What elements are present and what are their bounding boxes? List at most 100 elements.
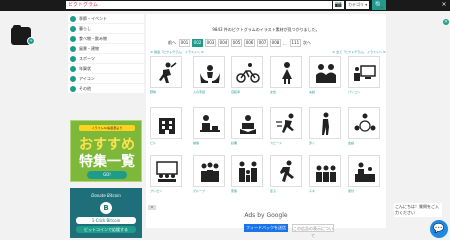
bitcoin-banner[interactable]: Donate Bitcoin B 1-Click Bitcoin ビットコインで… — [70, 188, 142, 238]
search-button[interactable]: 🔍 — [372, 0, 386, 10]
result-tile[interactable] — [231, 155, 263, 187]
tile-caption[interactable]: パソコン — [348, 90, 360, 94]
tile-caption[interactable]: 女性 — [270, 90, 276, 94]
page-link[interactable]: 001 — [179, 39, 190, 47]
sidebar-item-seasons[interactable]: 季節・イベント — [68, 14, 144, 23]
sidebar-item-label: その他 — [79, 85, 91, 91]
meeting-circle-icon — [354, 113, 376, 132]
tile-caption[interactable]: ビル — [150, 141, 156, 145]
result-count: 9843 件のピクトグラムのイラスト素材が見つかりました。 — [212, 27, 320, 32]
result-tile[interactable] — [270, 107, 302, 139]
sidebar-item-label: アイコン — [79, 75, 95, 81]
page-link[interactable]: 008 — [270, 39, 281, 47]
page-link-active[interactable]: 002 — [192, 39, 203, 47]
result-tile[interactable] — [348, 107, 380, 139]
couple-icon — [316, 64, 336, 83]
sidebar-item-other[interactable]: その他 — [68, 84, 144, 93]
computer-user-icon — [354, 65, 376, 81]
tile-caption[interactable]: 人の手話 — [193, 90, 205, 94]
close-right-icon[interactable]: × — [443, 19, 449, 25]
result-tile[interactable] — [348, 56, 380, 88]
result-tile[interactable] — [193, 56, 225, 88]
page-link[interactable]: 007 — [257, 39, 268, 47]
tile-caption[interactable]: 走る — [270, 189, 276, 193]
tile-caption[interactable]: 受付 — [348, 189, 354, 193]
ad-feedback-button[interactable]: フィードバックを送信 — [244, 224, 288, 232]
icon-icon — [70, 75, 76, 82]
site-logo[interactable]: + — [11, 25, 35, 45]
banner-go-button[interactable]: GO! — [87, 171, 127, 179]
sidebar-item-newyear[interactable]: 年賀状 — [68, 64, 144, 73]
result-tile[interactable] — [270, 155, 302, 187]
ads-by-google: Ads by Google — [244, 212, 288, 219]
ad-bar: Ads by Google フィードバックを送信 この広告の表示について — [146, 210, 386, 238]
result-tile[interactable] — [150, 56, 182, 88]
result-tile[interactable] — [231, 107, 263, 139]
result-tile[interactable] — [309, 155, 341, 187]
tile-caption[interactable]: 人々 — [309, 189, 315, 193]
result-tile[interactable] — [348, 155, 380, 187]
bitcoin-title: Donate Bitcoin — [91, 193, 121, 198]
baseball-player-icon — [159, 62, 177, 83]
sidebar-item-life[interactable]: 暮らし — [68, 24, 144, 33]
category-select[interactable]: カテゴリ ▾ — [346, 1, 369, 9]
chat-bubble-icon[interactable]: 💬 — [430, 220, 448, 238]
ad-reason-button[interactable]: この広告の表示について — [292, 224, 334, 238]
reading-icon — [240, 115, 256, 134]
tile-caption[interactable]: プレゼン — [150, 189, 162, 193]
woman-icon — [282, 62, 292, 84]
banner-caption: イラストAC編集部より — [79, 125, 135, 131]
page-link[interactable]: 111 — [289, 39, 301, 47]
result-tile[interactable] — [231, 56, 263, 88]
sidebar-item-scenery[interactable]: 風景・建物 — [68, 44, 144, 53]
result-tile[interactable] — [309, 56, 341, 88]
sidebar-item-label: 風景・建物 — [79, 45, 99, 51]
related-link[interactable]: ≪ 関連「ピクトグラム」 イラストへ ≫ — [150, 50, 204, 54]
all-link[interactable]: ≪ 全て「ピクトグラム」 イラストへ ≫ — [332, 50, 386, 54]
result-tile[interactable] — [193, 107, 225, 139]
sidebar-item-label: 食べ物・飲み物 — [79, 35, 107, 41]
sidebar-item-food[interactable]: 食べ物・飲み物 — [68, 34, 144, 43]
sidebar-item-icons[interactable]: アイコン — [68, 74, 144, 83]
building-icon — [159, 118, 175, 134]
search-input[interactable]: ピクトグラム — [66, 1, 332, 9]
result-tile[interactable] — [193, 155, 225, 187]
result-tile[interactable] — [309, 107, 341, 139]
hands-person-icon — [200, 65, 220, 83]
page-link[interactable]: 004 — [218, 39, 229, 47]
donate-button[interactable]: ビットコインで応援する — [76, 226, 136, 233]
tile-caption[interactable]: 家族 — [231, 189, 237, 193]
pager-prev[interactable]: 前へ — [168, 40, 176, 46]
chat-greeting[interactable]: こんにちは！質問をご入力ください — [394, 203, 442, 217]
close-icon[interactable]: × — [440, 1, 448, 9]
result-tile[interactable] — [270, 56, 302, 88]
tile-caption[interactable]: 読書 — [231, 141, 237, 145]
result-tile[interactable] — [150, 155, 182, 187]
one-click-button[interactable]: 1-Click Bitcoin — [76, 217, 136, 224]
page-link[interactable]: 006 — [244, 39, 255, 47]
tile-caption[interactable]: グループ — [193, 189, 205, 193]
tile-caption[interactable]: 夫婦 — [309, 90, 315, 94]
pagination: 前へ 001 002 003 004 005 006 007 008 ... 1… — [168, 39, 314, 47]
tile-caption[interactable]: 勉強 — [193, 141, 199, 145]
camera-search-icon[interactable]: 📷 — [333, 1, 344, 9]
tile-caption[interactable]: 歩く — [309, 141, 315, 145]
runner-speed-icon — [276, 113, 294, 133]
category-sidebar: 季節・イベント 暮らし 食べ物・飲み物 風景・建物 スポーツ 年賀状 アイコン … — [68, 14, 144, 94]
cyclist-icon — [236, 63, 260, 83]
sidebar-item-sports[interactable]: スポーツ — [68, 54, 144, 63]
people-row-icon — [316, 165, 336, 182]
page-link[interactable]: 003 — [205, 39, 216, 47]
tile-caption[interactable]: 野球 — [150, 90, 156, 94]
tile-caption[interactable]: 自転車 — [231, 90, 240, 94]
page-link[interactable]: 005 — [231, 39, 242, 47]
featured-banner[interactable]: イラストAC編集部より おすすめ 特集一覧 GO! — [70, 120, 142, 182]
sports-icon — [70, 55, 76, 62]
logo-badge: + — [27, 37, 35, 45]
top-bar: ピクトグラム 📷 カテゴリ ▾ 🔍 × — [0, 0, 450, 11]
result-tile[interactable] — [150, 107, 182, 139]
tile-caption[interactable]: スピード — [270, 141, 282, 145]
food-icon — [70, 35, 76, 42]
pager-next[interactable]: 次へ — [303, 40, 311, 46]
tile-caption[interactable]: 会議 — [348, 141, 354, 145]
